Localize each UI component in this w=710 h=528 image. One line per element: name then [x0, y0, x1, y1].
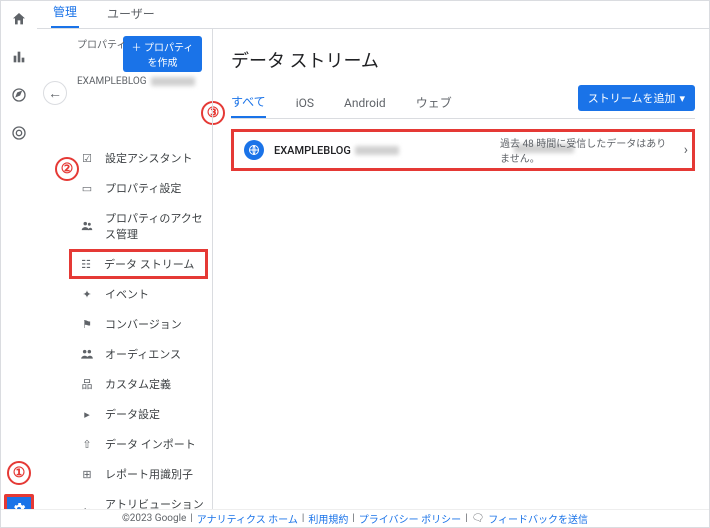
people-icon — [79, 218, 95, 234]
footer: ©2023 Google | アナリティクス ホーム | 利用規約 | プライバ… — [1, 509, 709, 527]
blurred-text — [355, 146, 399, 155]
add-stream-button[interactable]: ストリームを追加▾ — [578, 85, 695, 111]
menu-setup-assistant[interactable]: ☑ 設定アシスタント — [37, 143, 212, 173]
add-stream-label: ストリームを追加 — [588, 90, 676, 106]
custom-icon: 品 — [79, 376, 95, 392]
menu-access-management[interactable]: プロパティのアクセス管理 — [37, 203, 212, 249]
property-label: プロパティ — [77, 36, 126, 51]
back-button[interactable]: ← — [43, 81, 67, 105]
menu-attribution[interactable]: ↯アトリビューション設定 — [37, 489, 212, 509]
property-name-text: EXAMPLEBLOG — [77, 76, 147, 87]
chevron-right-icon: ▸ — [79, 406, 95, 422]
menu-label: データ ストリーム — [104, 256, 194, 272]
menu-label: オーディエンス — [105, 346, 181, 362]
tab-admin[interactable]: 管理 — [51, 0, 79, 28]
menu-label: データ設定 — [105, 406, 160, 422]
property-menu: ☑ 設定アシスタント ▭ プロパティ設定 プロパティのアクセス管理 ☷ データ ストリ… — [37, 93, 212, 509]
menu-label: データ インポート — [105, 436, 196, 452]
tab-android[interactable]: Android — [344, 90, 386, 116]
upload-icon: ⇧ — [79, 436, 95, 452]
menu-label: 設定アシスタント — [105, 150, 193, 166]
blurred-text — [151, 77, 195, 86]
explore-icon[interactable] — [9, 85, 29, 105]
footer-link-feedback[interactable]: フィードバックを送信 — [488, 511, 588, 526]
id-icon: ⊞ — [79, 466, 95, 482]
top-tabs: 管理 ユーザー — [37, 1, 709, 29]
tab-user[interactable]: ユーザー — [105, 0, 157, 28]
audience-icon — [79, 346, 95, 362]
create-property-button[interactable]: ＋ プロパティを作成 — [123, 36, 202, 72]
reports-icon[interactable] — [9, 47, 29, 67]
stream-nodata-message: 過去 48 時間に受信したデータはありません。 — [500, 135, 670, 165]
footer-link-home[interactable]: アナリティクス ホーム — [197, 511, 298, 526]
menu-data-streams[interactable]: ☷ データ ストリーム — [69, 249, 208, 279]
footer-link-terms[interactable]: 利用規約 — [308, 511, 348, 526]
stream-name: EXAMPLEBLOG — [274, 144, 399, 157]
globe-icon — [244, 140, 264, 160]
left-icon-rail — [1, 1, 37, 527]
menu-label: イベント — [105, 286, 149, 302]
menu-label: カスタム定義 — [105, 376, 171, 392]
tab-web[interactable]: ウェブ — [416, 88, 452, 117]
stream-tabs: すべて iOS Android ウェブ ストリームを追加▾ — [231, 87, 695, 119]
check-icon: ☑ — [79, 150, 95, 166]
menu-report-identity[interactable]: ⊞ レポート用識別子 — [37, 459, 212, 489]
annotation-badge-1: ① — [7, 461, 31, 485]
menu-property-settings[interactable]: ▭ プロパティ設定 — [37, 173, 212, 203]
main-area: データ ストリーム すべて iOS Android ウェブ ストリームを追加▾ … — [213, 29, 709, 509]
stream-icon: ☷ — [78, 256, 94, 272]
chevron-right-icon: › — [684, 142, 688, 158]
tab-all[interactable]: すべて — [231, 87, 266, 118]
menu-data-import[interactable]: ⇧ データ インポート — [37, 429, 212, 459]
advertising-icon[interactable] — [9, 123, 29, 143]
menu-events[interactable]: ✦ イベント — [37, 279, 212, 309]
copyright: ©2023 Google — [122, 513, 186, 524]
menu-label: レポート用識別子 — [105, 466, 193, 482]
menu-label: アトリビューション設定 — [105, 496, 204, 509]
menu-label: プロパティ設定 — [105, 180, 181, 196]
menu-conversions[interactable]: ⚑ コンバージョン — [37, 309, 212, 339]
tab-ios[interactable]: iOS — [296, 90, 314, 116]
card-icon: ▭ — [79, 180, 95, 196]
event-icon: ✦ — [79, 286, 95, 302]
home-icon[interactable] — [9, 9, 29, 29]
menu-audiences[interactable]: オーディエンス — [37, 339, 212, 369]
menu-label: コンバージョン — [105, 316, 182, 332]
flag-icon: ⚑ — [79, 316, 95, 332]
menu-custom-definitions[interactable]: 品カスタム定義 — [37, 369, 212, 399]
menu-data-settings[interactable]: ▸ データ設定 — [37, 399, 212, 429]
chevron-down-icon: ▾ — [679, 92, 685, 105]
feedback-icon: 🗨 — [472, 513, 485, 524]
stream-row[interactable]: EXAMPLEBLOG 過去 48 時間に受信したデータはありません。 › — [231, 129, 695, 171]
page-title: データ ストリーム — [231, 47, 695, 73]
footer-link-privacy[interactable]: プライバシー ポリシー — [359, 511, 461, 526]
menu-label: プロパティのアクセス管理 — [105, 210, 204, 242]
